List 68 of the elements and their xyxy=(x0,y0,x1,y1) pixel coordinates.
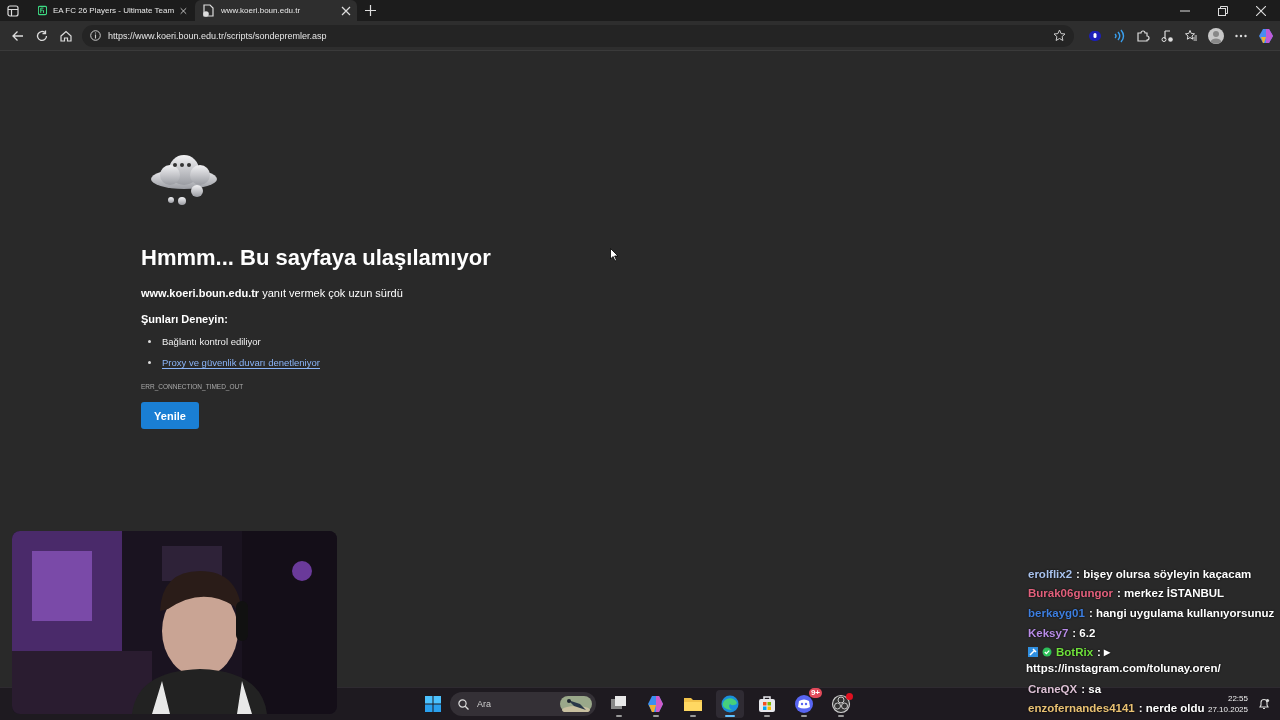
chat-username[interactable]: enzofernandes4141 xyxy=(1028,702,1135,715)
chat-link[interactable]: https://instagram.com/tolunay.oren/ xyxy=(1026,661,1278,679)
circles-logo-icon xyxy=(831,694,851,714)
bullet xyxy=(148,340,151,343)
sound-waves-icon[interactable] xyxy=(1112,28,1126,43)
hexagon-logo-icon xyxy=(646,694,666,714)
search-input[interactable]: Ara xyxy=(477,699,552,709)
browser-tab[interactable]: www.koeri.boun.edu.tr xyxy=(195,0,357,21)
chat-message: : 6.2 xyxy=(1072,626,1096,639)
favorites-icon[interactable] xyxy=(1184,28,1198,43)
taskbar-app[interactable] xyxy=(716,690,744,718)
notification-badge: 9+ xyxy=(808,688,822,698)
restore-icon[interactable] xyxy=(1218,5,1228,16)
windows-start-icon[interactable] xyxy=(425,696,441,712)
copilot-icon[interactable] xyxy=(1258,27,1274,44)
refresh-icon[interactable] xyxy=(36,29,48,42)
close-icon[interactable] xyxy=(1256,5,1266,16)
running-indicator xyxy=(725,715,735,717)
reload-button[interactable]: Yenile xyxy=(141,402,199,429)
home-icon[interactable] xyxy=(60,29,72,42)
running-indicator xyxy=(838,715,844,717)
suggestion-link[interactable]: Proxy ve güvenlik duvarı denetleniyor xyxy=(162,356,320,369)
close-icon[interactable] xyxy=(180,5,187,16)
running-indicator xyxy=(653,715,659,717)
shopping-bag-icon xyxy=(757,694,777,714)
chat-message: : nerde oldu xyxy=(1138,702,1205,715)
clock[interactable]: 22:55 27.10.2025 xyxy=(1207,693,1248,715)
error-heading: Hmmm... Bu sayfaya ulaşılamıyor xyxy=(141,245,491,271)
running-indicator xyxy=(801,715,807,717)
suggestion-text: Bağlantı kontrol ediliyor xyxy=(162,336,261,347)
chat-message: : ▸ xyxy=(1097,645,1111,660)
star-icon[interactable] xyxy=(1053,29,1066,42)
running-indicator xyxy=(616,715,622,717)
verified-badge-icon xyxy=(1042,647,1052,658)
search-field[interactable]: Ara xyxy=(450,692,596,716)
tab-actions-icon[interactable] xyxy=(7,4,19,17)
suggestions-title: Şunları Deneyin: xyxy=(141,313,228,325)
chat-message: : sa xyxy=(1081,682,1102,695)
search-icon xyxy=(458,698,469,710)
info-icon[interactable] xyxy=(90,30,101,41)
notification-bell-icon[interactable] xyxy=(1258,698,1270,710)
chat-message: : hangi uygulama kullanıyorsunuz xyxy=(1088,607,1275,619)
extension-icon[interactable] xyxy=(1088,28,1102,43)
logo-icon xyxy=(38,4,47,17)
chat-username[interactable]: Burak06gungor xyxy=(1028,587,1113,600)
chat-username[interactable]: BotRix xyxy=(1056,646,1094,659)
running-indicator xyxy=(690,715,696,717)
close-icon[interactable] xyxy=(341,5,351,16)
browser-tab[interactable]: EA FC 26 Players - Ultimate Team xyxy=(31,0,193,21)
moderator-badge-icon xyxy=(1028,647,1038,658)
chat-username[interactable]: CraneQX xyxy=(1028,682,1078,695)
running-indicator xyxy=(764,715,770,717)
bullet xyxy=(148,361,151,364)
back-icon[interactable] xyxy=(12,29,24,42)
music-note-icon[interactable] xyxy=(1160,28,1174,43)
chat-username[interactable]: Keksy7 xyxy=(1028,626,1069,639)
error-message: www.koeri.boun.edu.tr yanıt vermek çok uzun sürdü xyxy=(141,287,403,299)
page-icon xyxy=(202,4,215,17)
gamepad-logo-icon xyxy=(794,694,814,714)
new-tab-icon[interactable] xyxy=(365,5,376,16)
mouse-cursor-icon xyxy=(610,248,619,262)
swirl-logo-icon xyxy=(720,694,740,714)
chat-message: : merkez İSTANBUL xyxy=(1117,587,1225,600)
chat-message: : bişey olursa söyleyin kaçacam xyxy=(1076,567,1252,580)
chat-username[interactable]: berkayg01 xyxy=(1028,607,1085,619)
chat-username[interactable]: erolflix2 xyxy=(1028,567,1073,580)
address-bar[interactable]: https://www.koeri.boun.edu.tr/scripts/sondepremler.asp xyxy=(82,24,1074,47)
profile-avatar-icon[interactable] xyxy=(1208,27,1224,44)
